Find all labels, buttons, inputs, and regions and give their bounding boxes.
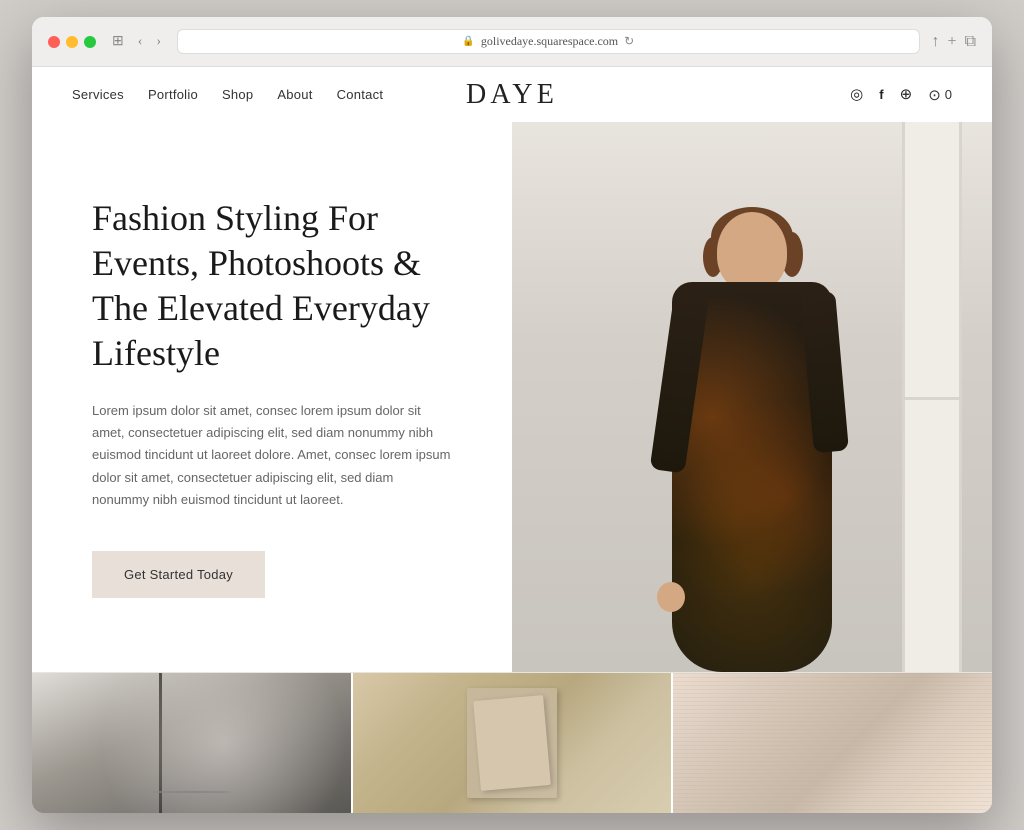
cart-count: 0 bbox=[945, 87, 952, 102]
new-tab-icon[interactable]: + bbox=[948, 33, 957, 51]
pinterest-icon[interactable]: ⊕ bbox=[900, 85, 913, 104]
instagram-icon[interactable]: ◎ bbox=[850, 85, 863, 104]
browser-actions: ↑ + ⧉ bbox=[932, 33, 976, 51]
window-frame bbox=[902, 122, 962, 672]
browser-chrome: ⊞ ‹ › 🔒 golivedaye.squarespace.com ↻ ↑ +… bbox=[32, 17, 992, 67]
hero-title: Fashion Styling For Events, Photoshoots … bbox=[92, 196, 472, 376]
gallery-item-1[interactable] bbox=[32, 673, 351, 813]
back-icon[interactable]: ‹ bbox=[134, 32, 147, 52]
forward-icon[interactable]: › bbox=[152, 32, 165, 52]
browser-window: ⊞ ‹ › 🔒 golivedaye.squarespace.com ↻ ↑ +… bbox=[32, 17, 992, 813]
main-nav: Services Portfolio Shop About Contact DA… bbox=[32, 67, 992, 122]
gallery-section bbox=[32, 672, 992, 813]
traffic-lights bbox=[48, 36, 96, 48]
nav-about-link[interactable]: About bbox=[277, 87, 312, 102]
model-head bbox=[717, 212, 787, 292]
gallery-3-grain bbox=[673, 673, 992, 813]
gallery-2-photo-2 bbox=[473, 695, 551, 791]
browser-nav-controls: ⊞ ‹ › bbox=[108, 31, 165, 52]
close-button[interactable] bbox=[48, 36, 60, 48]
hero-description: Lorem ipsum dolor sit amet, consec lorem… bbox=[92, 400, 452, 510]
share-icon[interactable]: ↑ bbox=[932, 33, 940, 51]
hero-section: Fashion Styling For Events, Photoshoots … bbox=[32, 122, 992, 672]
gallery-1-highlight bbox=[32, 673, 351, 813]
nav-left-links: Services Portfolio Shop About Contact bbox=[72, 87, 383, 102]
nav-contact-link[interactable]: Contact bbox=[337, 87, 384, 102]
brand-logo[interactable]: DAYE bbox=[466, 79, 558, 110]
sidebar-toggle-icon[interactable]: ⊞ bbox=[108, 31, 128, 52]
nav-services-link[interactable]: Services bbox=[72, 87, 124, 102]
url-text: golivedaye.squarespace.com bbox=[481, 34, 618, 49]
reload-icon[interactable]: ↻ bbox=[624, 34, 634, 49]
website-content: Services Portfolio Shop About Contact DA… bbox=[32, 67, 992, 813]
hero-content: Fashion Styling For Events, Photoshoots … bbox=[32, 122, 512, 672]
model-left-hand bbox=[657, 582, 685, 612]
minimize-button[interactable] bbox=[66, 36, 78, 48]
maximize-button[interactable] bbox=[84, 36, 96, 48]
nav-shop-link[interactable]: Shop bbox=[222, 87, 253, 102]
cart-icon: ⊙ bbox=[928, 86, 941, 104]
hero-image bbox=[512, 122, 992, 672]
nav-center: DAYE bbox=[466, 79, 558, 111]
nav-right: ◎ f ⊕ ⊙ 0 bbox=[850, 85, 952, 104]
tabs-icon[interactable]: ⧉ bbox=[965, 33, 976, 51]
gallery-item-3[interactable] bbox=[673, 673, 992, 813]
facebook-icon[interactable]: f bbox=[879, 87, 883, 102]
nav-portfolio-link[interactable]: Portfolio bbox=[148, 87, 198, 102]
gallery-item-2[interactable] bbox=[353, 673, 672, 813]
cart-button[interactable]: ⊙ 0 bbox=[928, 86, 952, 104]
lock-icon: 🔒 bbox=[462, 36, 474, 47]
address-bar[interactable]: 🔒 golivedaye.squarespace.com ↻ bbox=[177, 29, 919, 54]
cta-button[interactable]: Get Started Today bbox=[92, 551, 265, 598]
model-figure bbox=[652, 192, 852, 672]
